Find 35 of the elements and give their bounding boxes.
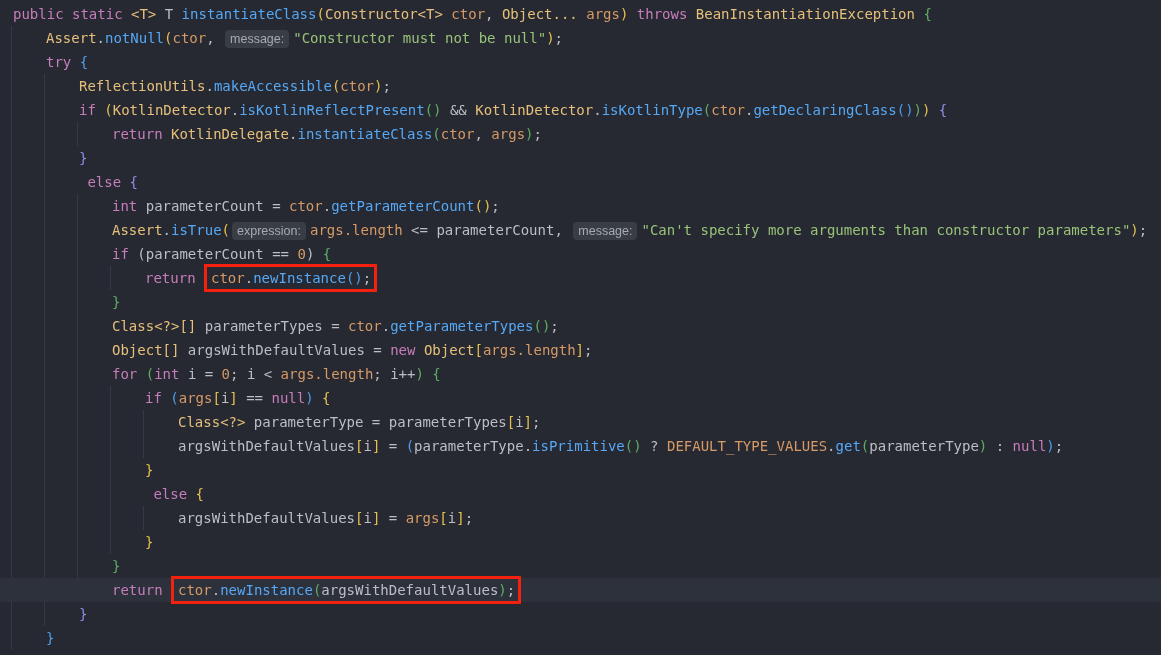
code-text: public static <T> T instantiateClass(Constructor<T> ctor, Object... args) throws BeanInstantiationException {	[13, 6, 932, 22]
code-text: return KotlinDelegate.instantiateClass(ctor, args);	[112, 126, 542, 142]
code-text: }	[145, 462, 154, 478]
code-text: Object[] argsWithDefaultValues = new Object[args.length];	[112, 342, 593, 358]
code-text: return	[145, 270, 197, 286]
code-text: for (int i = 0; i < args.length; i++) {	[112, 366, 441, 382]
code-text: argsWithDefaultValues[i] = (parameterType.isPrimitive() ? DEFAULT_TYPE_VALUES.get(parameterType) : null);	[178, 438, 1064, 454]
code-text: Class<?>[] parameterTypes = ctor.getParameterTypes();	[112, 318, 559, 334]
code-text: ReflectionUtils.makeAccessible(ctor);	[79, 78, 391, 94]
highlighted-code: ctor.newInstance();	[204, 264, 378, 292]
code-text: else {	[86, 174, 138, 190]
code-text: }	[112, 558, 121, 574]
code-text: "Can't specify more arguments than constructor parameters");	[641, 222, 1148, 238]
highlighted-code: ctor.newInstance(argsWithDefaultValues);	[171, 576, 522, 604]
code-text: }	[79, 150, 88, 166]
code-text: try {	[46, 54, 89, 70]
code-text: }	[79, 606, 88, 622]
code-text: }	[145, 534, 154, 550]
parameter-hint: message:	[573, 222, 638, 240]
parameter-hint: expression:	[232, 222, 306, 240]
code-text: if (args[i] == null) {	[145, 390, 331, 406]
code-text: "Constructor must not be null");	[293, 30, 563, 46]
code-text: Class<?> parameterType = parameterTypes[i];	[178, 414, 541, 430]
parameter-hint: message:	[225, 30, 290, 48]
code-text: }	[46, 630, 55, 646]
code-text: Assert.isTrue(	[112, 222, 231, 238]
code-text: else {	[152, 486, 204, 502]
code-text: return	[112, 582, 164, 598]
code-text: }	[112, 294, 121, 310]
code-text: argsWithDefaultValues[i] = args[i];	[178, 510, 474, 526]
code-text: args.length <= parameterCount,	[309, 222, 564, 238]
code-text: Assert.notNull(ctor,	[46, 30, 216, 46]
code-text: int parameterCount = ctor.getParameterCount();	[112, 198, 500, 214]
code-text: if (KotlinDetector.isKotlinReflectPresent() && KotlinDetector.isKotlinType(ctor.getDeclaringClass())) {	[79, 102, 948, 118]
code-text: if (parameterCount == 0) {	[112, 246, 332, 262]
